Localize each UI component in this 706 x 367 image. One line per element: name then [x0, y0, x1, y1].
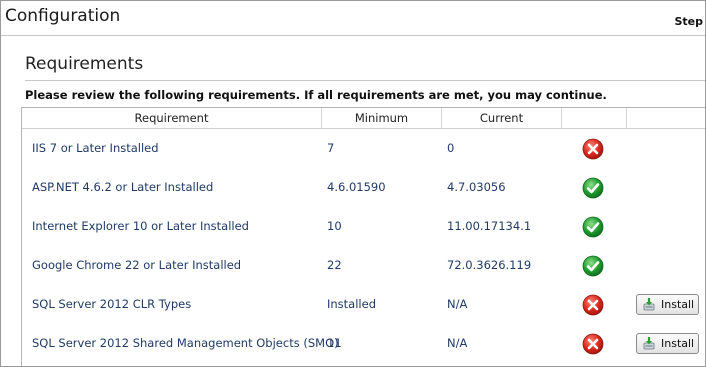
minimum-value: 22	[327, 258, 342, 272]
table-row[interactable]: Google Chrome 22 or Later Installed 22 72.…	[22, 246, 705, 285]
current-value: 0	[447, 141, 455, 155]
section-title: Requirements	[25, 54, 144, 74]
table-row[interactable]: SQL Server 2012 CLR Types Installed N/A Ins…	[22, 285, 705, 324]
requirement-name: SQL Server 2012 Shared Management Object…	[32, 336, 339, 350]
minimum-value: 11	[327, 336, 342, 350]
requirement-name: Internet Explorer 10 or Later Installed	[32, 219, 249, 233]
current-value: N/A	[447, 297, 468, 311]
step-label: Step	[674, 15, 703, 28]
error-icon	[582, 333, 604, 355]
column-header-minimum[interactable]: Minimum	[322, 108, 442, 128]
error-icon	[582, 138, 604, 160]
table-row[interactable]: IIS 7 or Later Installed 7 0	[22, 129, 705, 168]
column-header-status[interactable]	[562, 108, 627, 128]
minimum-value: Installed	[327, 297, 376, 311]
table-row[interactable]: ASP.NET 4.6.2 or Later Installed 4.6.0159…	[22, 168, 705, 207]
configuration-window: Configuration Step Requirements Please r…	[0, 0, 706, 367]
table-row[interactable]: SQL Server 2012 Shared Management Object…	[22, 324, 705, 363]
error-icon	[582, 294, 604, 316]
current-value: N/A	[447, 336, 468, 350]
title-bar: Configuration Step	[1, 1, 705, 36]
current-value: 4.7.03056	[447, 180, 506, 194]
page-title: Configuration	[5, 6, 121, 26]
minimum-value: 4.6.01590	[327, 180, 386, 194]
column-header-current[interactable]: Current	[442, 108, 562, 128]
requirement-name: Google Chrome 22 or Later Installed	[32, 258, 242, 272]
section-divider	[25, 80, 705, 81]
install-button-label: Install	[661, 298, 695, 311]
instructions-text: Please review the following requirements…	[25, 88, 607, 102]
grid-header: Requirement Minimum Current	[22, 108, 705, 129]
check-icon	[582, 255, 604, 277]
minimum-value: 7	[327, 141, 335, 155]
requirement-name: SQL Server 2012 CLR Types	[32, 297, 192, 311]
requirement-name: IIS 7 or Later Installed	[32, 141, 159, 155]
table-row[interactable]: Internet Explorer 10 or Later Installed 1…	[22, 207, 705, 246]
install-button[interactable]: Install	[636, 294, 699, 315]
check-icon	[582, 177, 604, 199]
install-icon	[642, 336, 656, 351]
column-header-requirement[interactable]: Requirement	[22, 108, 322, 128]
current-value: 11.00.17134.1	[447, 219, 532, 233]
check-icon	[582, 216, 604, 238]
install-button[interactable]: Install	[636, 333, 699, 354]
current-value: 72.0.3626.119	[447, 258, 532, 272]
requirement-name: ASP.NET 4.6.2 or Later Installed	[32, 180, 214, 194]
install-icon	[642, 297, 656, 312]
requirements-grid: Requirement Minimum Current IIS 7 or Lat…	[21, 107, 705, 366]
column-header-action[interactable]	[627, 108, 705, 128]
install-button-label: Install	[661, 337, 695, 350]
minimum-value: 10	[327, 219, 342, 233]
